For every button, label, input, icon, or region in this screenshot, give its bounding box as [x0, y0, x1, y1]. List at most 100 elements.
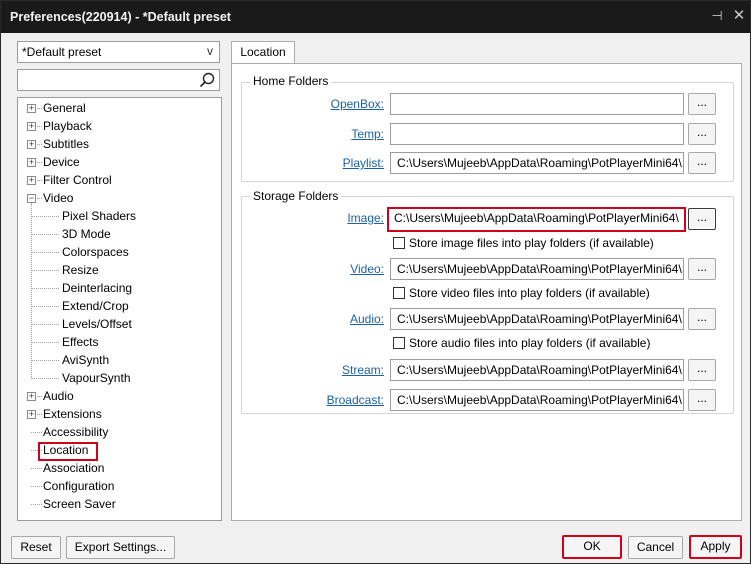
expand-icon[interactable]: + — [27, 410, 36, 419]
collapse-icon[interactable]: − — [27, 194, 36, 203]
tree-connector — [31, 432, 42, 433]
reset-button[interactable]: Reset — [11, 536, 61, 559]
tree-item-extend-crop[interactable]: Extend/Crop — [18, 297, 218, 315]
tree-item-label: Configuration — [43, 479, 115, 493]
playlist-field[interactable]: C:\Users\Mujeeb\AppData\Roaming\PotPlaye… — [390, 152, 684, 174]
tree-item-colorspaces[interactable]: Colorspaces — [18, 243, 218, 261]
tree-connector — [37, 126, 42, 127]
tree-item-playback[interactable]: + Playback — [18, 117, 218, 135]
apply-button[interactable]: Apply — [689, 535, 742, 559]
expand-icon[interactable]: + — [27, 176, 36, 185]
storage-folders-legend: Storage Folders — [250, 189, 342, 203]
preset-value: *Default preset — [22, 45, 102, 59]
broadcast-browse-button[interactable]: ... — [688, 389, 716, 411]
openbox-field[interactable] — [390, 93, 684, 115]
tree-connector — [31, 234, 59, 235]
openbox-label[interactable]: OpenBox: — [302, 97, 384, 111]
home-folders-legend: Home Folders — [250, 74, 332, 88]
tree-item-resize[interactable]: Resize — [18, 261, 218, 279]
tree-item-avisynth[interactable]: AviSynth — [18, 351, 218, 369]
search-input[interactable] — [20, 72, 195, 88]
tree-item-label: Resize — [62, 263, 99, 277]
checkbox-box[interactable] — [393, 337, 405, 349]
tree-connector — [37, 108, 42, 109]
video-path-field[interactable]: C:\Users\Mujeeb\AppData\Roaming\PotPlaye… — [390, 258, 684, 280]
tree-connector — [31, 270, 59, 271]
pin-icon[interactable]: ⊣ — [708, 7, 726, 25]
cancel-button[interactable]: Cancel — [628, 536, 683, 559]
tree-item-label: Subtitles — [43, 137, 90, 151]
export-settings-button[interactable]: Export Settings... — [66, 536, 175, 559]
title-bar[interactable]: Preferences(220914) - *Default preset ⊣ … — [1, 1, 750, 33]
window-title: Preferences(220914) - *Default preset — [10, 10, 231, 24]
tree-connector — [31, 468, 42, 469]
tree-connector — [31, 306, 59, 307]
tree-connector — [37, 396, 42, 397]
image-browse-button[interactable]: ... — [688, 208, 716, 230]
tree-item-label: Accessibility — [43, 425, 109, 439]
stream-label[interactable]: Stream: — [302, 363, 384, 377]
temp-field[interactable] — [390, 123, 684, 145]
tree-item-vapoursynth[interactable]: VapourSynth — [18, 369, 218, 387]
tree-item-levels-offset[interactable]: Levels/Offset — [18, 315, 218, 333]
tab-location[interactable]: Location — [231, 41, 295, 64]
checkbox-box[interactable] — [393, 237, 405, 249]
expand-icon[interactable]: + — [27, 158, 36, 167]
image-label[interactable]: Image: — [302, 211, 384, 225]
tree-item-label: Extend/Crop — [62, 299, 129, 313]
tree-item-extensions[interactable]: + Extensions — [18, 405, 218, 423]
tree-item-configuration[interactable]: Configuration — [18, 477, 218, 495]
tree-item-3d-mode[interactable]: 3D Mode — [18, 225, 218, 243]
image-path-field[interactable]: C:\Users\Mujeeb\AppData\Roaming\PotPlaye… — [387, 207, 686, 232]
tree-item-label: Association — [43, 461, 105, 475]
stream-browse-button[interactable]: ... — [688, 359, 716, 381]
expand-icon[interactable]: + — [27, 104, 36, 113]
tree-connector — [31, 216, 59, 217]
playlist-browse-button[interactable]: ... — [688, 152, 716, 174]
stream-path-field[interactable]: C:\Users\Mujeeb\AppData\Roaming\PotPlaye… — [390, 359, 684, 381]
temp-label[interactable]: Temp: — [302, 127, 384, 141]
tree-item-device[interactable]: + Device — [18, 153, 218, 171]
tree-item-subtitles[interactable]: + Subtitles — [18, 135, 218, 153]
tree-item-effects[interactable]: Effects — [18, 333, 218, 351]
tree-item-general[interactable]: + General — [18, 99, 218, 117]
tree-item-label: Filter Control — [43, 173, 112, 187]
tree-item-association[interactable]: Association — [18, 459, 218, 477]
audio-path-field[interactable]: C:\Users\Mujeeb\AppData\Roaming\PotPlaye… — [390, 308, 684, 330]
tree-connector — [31, 486, 42, 487]
tree-connector — [37, 162, 42, 163]
playlist-label[interactable]: Playlist: — [302, 156, 384, 170]
expand-icon[interactable]: + — [27, 122, 36, 131]
audio-label[interactable]: Audio: — [302, 312, 384, 326]
tree-item-audio[interactable]: + Audio — [18, 387, 218, 405]
tree-item-label: Playback — [43, 119, 92, 133]
tree-item-label: Extensions — [43, 407, 102, 421]
preset-dropdown[interactable]: *Default preset v — [17, 41, 220, 63]
tree-connector — [37, 180, 42, 181]
tree-item-video[interactable]: − Video — [18, 189, 218, 207]
tree-item-deinterlacing[interactable]: Deinterlacing — [18, 279, 218, 297]
tree-item-accessibility[interactable]: Accessibility — [18, 423, 218, 441]
tree-connector — [31, 504, 42, 505]
video-label[interactable]: Video: — [302, 262, 384, 276]
expand-icon[interactable]: + — [27, 140, 36, 149]
tree-connector — [31, 324, 59, 325]
chevron-down-icon: v — [207, 44, 213, 58]
broadcast-label[interactable]: Broadcast: — [302, 393, 384, 407]
tree-item-screen-saver[interactable]: Screen Saver — [18, 495, 218, 513]
tree-item-label: Device — [43, 155, 80, 169]
broadcast-path-field[interactable]: C:\Users\Mujeeb\AppData\Roaming\PotPlaye… — [390, 389, 684, 411]
checkbox-box[interactable] — [393, 287, 405, 299]
temp-browse-button[interactable]: ... — [688, 123, 716, 145]
tree-item-pixel-shaders[interactable]: Pixel Shaders — [18, 207, 218, 225]
audio-browse-button[interactable]: ... — [688, 308, 716, 330]
ok-button[interactable]: OK — [562, 535, 622, 559]
openbox-browse-button[interactable]: ... — [688, 93, 716, 115]
audio-store-checkbox-label: Store audio files into play folders (if … — [409, 336, 651, 350]
video-browse-button[interactable]: ... — [688, 258, 716, 280]
close-icon[interactable]: ✕ — [730, 7, 748, 25]
tree-connector — [31, 360, 59, 361]
tree-item-filter-control[interactable]: + Filter Control — [18, 171, 218, 189]
search-icon[interactable] — [198, 71, 216, 89]
expand-icon[interactable]: + — [27, 392, 36, 401]
